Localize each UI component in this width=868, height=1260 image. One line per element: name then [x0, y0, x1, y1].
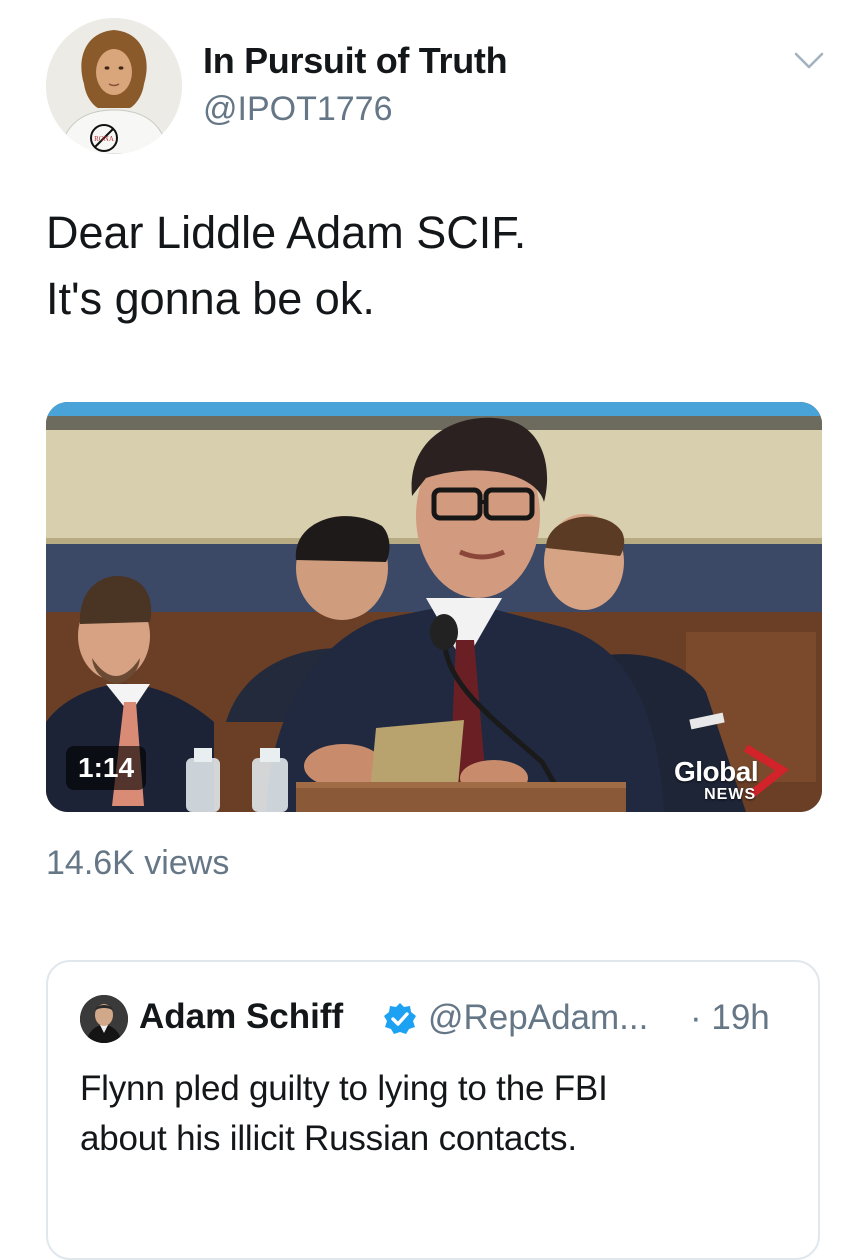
quoted-tweet-text: Flynn pled guilty to lying to the FBI ab… — [80, 1064, 608, 1164]
tweet-text-line-1: Dear Liddle Adam SCIF. — [46, 207, 527, 258]
video-duration-badge: 1:14 — [66, 746, 147, 790]
tweet-text: Dear Liddle Adam SCIF. It's gonna be ok. — [46, 200, 526, 332]
tweet-text-line-2: It's gonna be ok. — [46, 273, 375, 324]
quoted-author-handle: @RepAdam... — [428, 998, 649, 1037]
video-frame — [46, 402, 822, 812]
shirt-text: RONA — [94, 135, 114, 143]
watermark-line-1: Global — [674, 756, 759, 787]
portrait-avatar-image: RONA — [46, 18, 182, 154]
portrait-avatar-image — [80, 995, 128, 1043]
quoted-tweet-text-line-2: about his illicit Russian contacts. — [80, 1119, 577, 1158]
verified-badge-icon — [384, 1003, 416, 1034]
author-display-name[interactable]: In Pursuit of Truth — [203, 40, 508, 82]
watermark-line-2: NEWS — [704, 786, 757, 803]
chevron-down-icon[interactable] — [792, 48, 826, 72]
quoted-tweet-timestamp: · 19h — [690, 998, 770, 1037]
quoted-author-avatar — [80, 995, 128, 1043]
quoted-tweet-text-line-1: Flynn pled guilty to lying to the FBI — [80, 1069, 608, 1108]
video-player[interactable] — [46, 402, 822, 812]
global-news-watermark: Global NEWS — [674, 756, 759, 804]
author-handle[interactable]: @IPOT1776 — [203, 90, 393, 129]
author-avatar[interactable]: RONA — [46, 18, 182, 154]
view-count: 14.6K views — [46, 844, 230, 882]
quoted-author-name: Adam Schiff — [139, 997, 344, 1036]
